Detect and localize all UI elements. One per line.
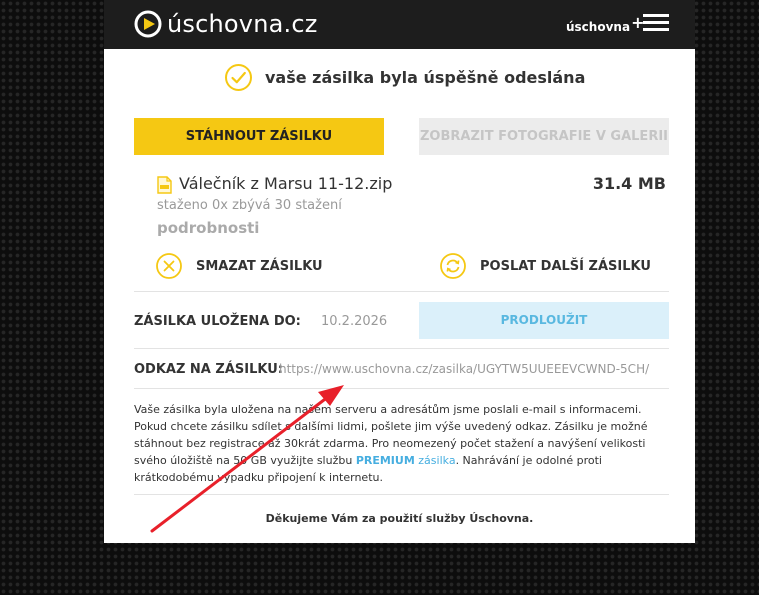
red-annotation-arrow <box>150 385 344 533</box>
